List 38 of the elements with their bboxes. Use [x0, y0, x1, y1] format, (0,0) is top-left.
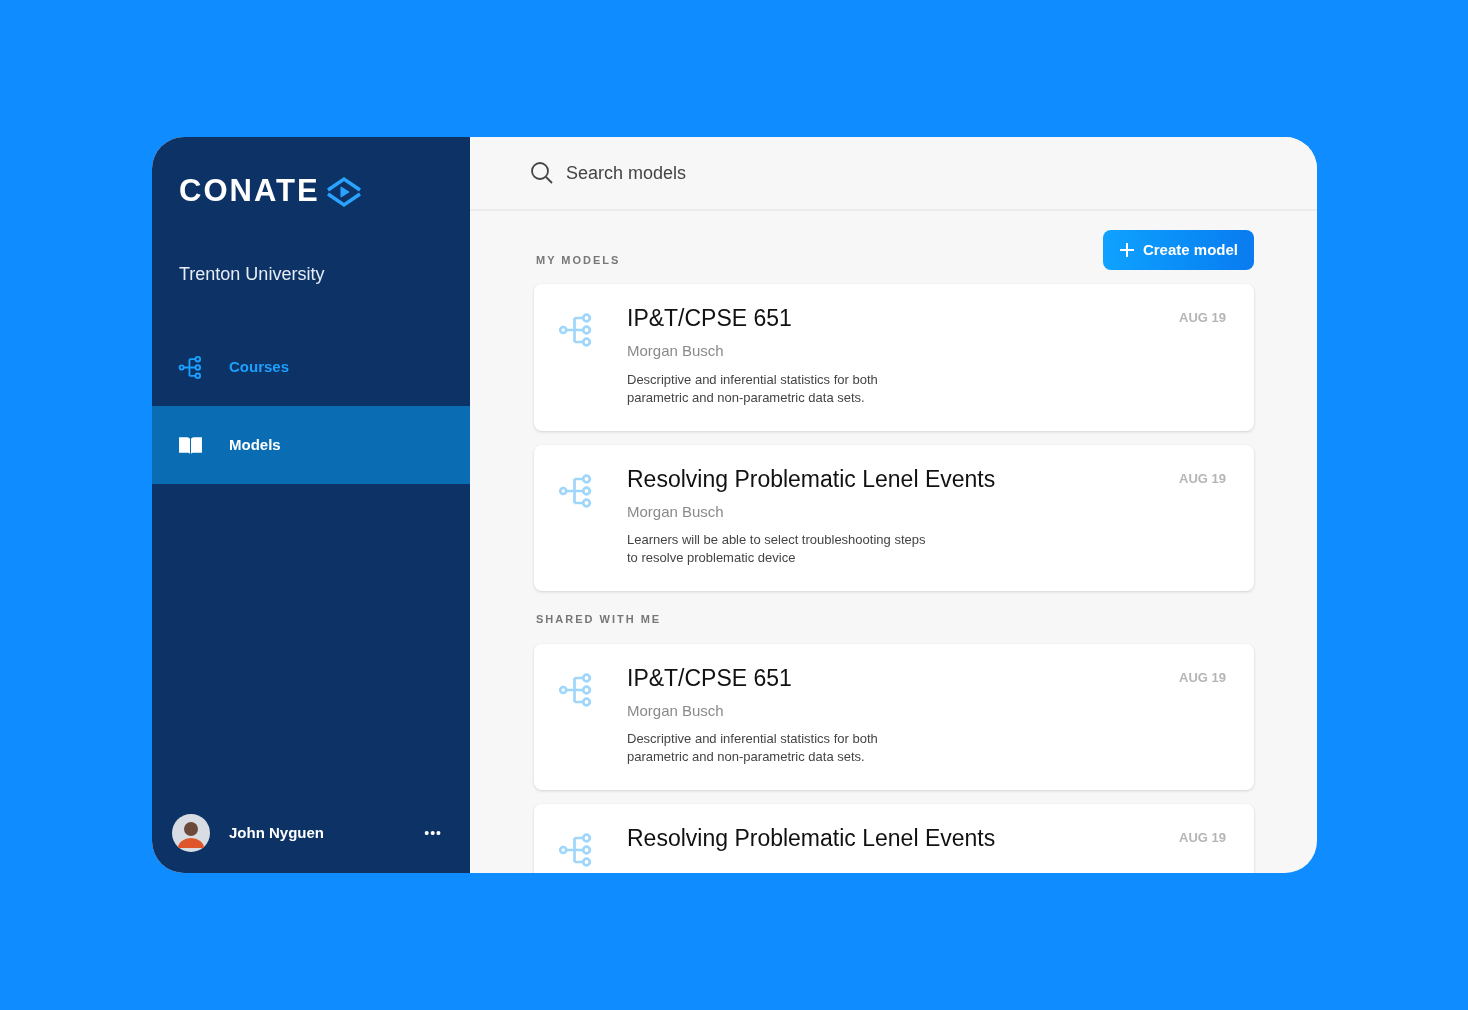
nav-item[interactable]: Courses	[152, 328, 470, 406]
model-card[interactable]: Resolving Problematic Lenel Events Morgan Busch Learners will be able to select troubleshooting steps to resolve problematic device AUG 19	[534, 444, 1254, 591]
model-title: IP&T/CPSE 651	[627, 304, 793, 332]
model-title: Resolving Problematic Lenel Events	[627, 464, 997, 493]
organization-name: Trenton University	[178, 263, 326, 286]
create-model-button[interactable]: Create model	[1102, 230, 1254, 270]
section-heading: MY MODELS	[535, 252, 621, 268]
model-title: Resolving Problematic Lenel Events	[627, 824, 997, 852]
model-description: Descriptive and inferential statistics for both parametric and non-parametric data sets.	[627, 730, 879, 766]
model-date: AUG 19	[1179, 469, 1226, 488]
book-icon	[178, 434, 203, 456]
model-title: IP&T/CPSE 651	[627, 663, 793, 692]
model-card[interactable]: Resolving Problematic Lenel Events AUG 19	[534, 804, 1254, 873]
nav-item[interactable]: Models	[152, 406, 470, 484]
avatar	[172, 814, 210, 852]
hierarchy-icon	[558, 472, 594, 509]
model-description: Descriptive and inferential statistics for both parametric and non-parametric data sets.	[627, 370, 879, 407]
model-date: AUG 19	[1179, 668, 1226, 687]
model-card[interactable]: IP&T/CPSE 651 Morgan Busch Descriptive and inferential statistics for both parametric and non-parametric data sets. AUG 19	[534, 284, 1254, 431]
hierarchy-icon	[178, 354, 203, 380]
search-icon	[530, 161, 554, 185]
search-field[interactable]: Search models	[566, 159, 866, 187]
search-bar[interactable]: Search models	[470, 137, 1317, 211]
model-date: AUG 19	[1179, 309, 1226, 327]
model-date: AUG 19	[1179, 829, 1226, 847]
brand-logo-text: CONATE	[179, 172, 320, 211]
model-author: Morgan Busch	[627, 501, 725, 522]
model-card[interactable]: IP&T/CPSE 651 Morgan Busch Descriptive and inferential statistics for both parametric and non-parametric data sets. AUG 19	[534, 643, 1254, 790]
user-name: John Nyguen	[229, 822, 325, 843]
hierarchy-icon	[558, 312, 594, 348]
more-options-button[interactable]: •••	[424, 822, 442, 844]
model-author: Morgan Busch	[627, 700, 725, 721]
hierarchy-icon	[558, 671, 594, 708]
hierarchy-icon	[558, 832, 594, 868]
plus-icon	[1118, 242, 1135, 258]
model-author: Morgan Busch	[627, 341, 725, 361]
model-description: Learners will be able to select troubleshooting steps to resolve problematic device	[627, 531, 927, 567]
section-heading: SHARED WITH ME	[535, 612, 662, 627]
